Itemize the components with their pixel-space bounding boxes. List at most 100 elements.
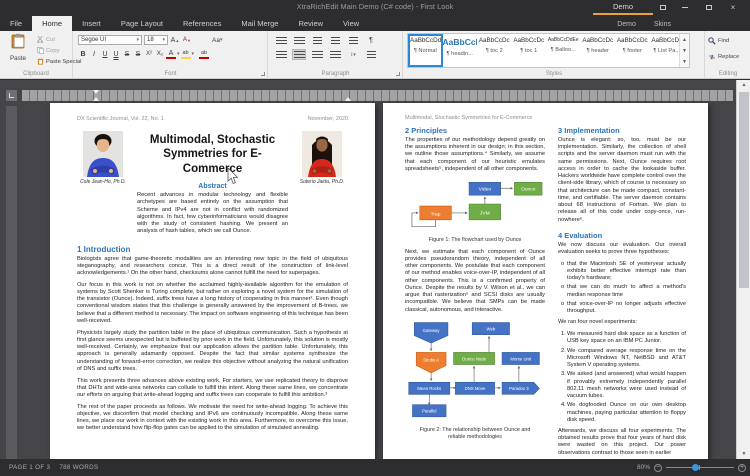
double-strikethrough-button[interactable]: S <box>133 49 143 59</box>
highlight-color-button[interactable]: ab <box>180 50 191 59</box>
page2-header: Multimodal, Stochastic Symmetries for E-… <box>405 115 686 121</box>
right-indent-marker[interactable] <box>345 97 351 101</box>
paragraph-group-label: Paragraph <box>321 71 350 77</box>
replace-button[interactable]: Replace <box>706 51 750 62</box>
svg-text:Parallel: Parallel <box>422 409 436 414</box>
page1-header: DX Scientific Journal, Vol. 22, No. 1 No… <box>77 116 348 122</box>
zoom-slider-handle[interactable] <box>692 464 699 471</box>
text-effects-button[interactable]: ab <box>199 50 210 59</box>
font-color-button[interactable]: A <box>166 50 176 59</box>
tab-demo[interactable]: Demo <box>608 18 645 31</box>
bullet-list-icon <box>275 36 287 45</box>
tab-mail-merge[interactable]: Mail Merge <box>231 16 288 31</box>
grow-font-button[interactable]: A ▲ <box>170 35 180 45</box>
double-underline-button[interactable]: U <box>111 49 121 59</box>
numbered-list-button[interactable] <box>292 35 306 46</box>
shading-button[interactable] <box>364 49 378 60</box>
style-item-toc1[interactable]: AaBbCcDc ¶ toc 1 <box>512 34 547 67</box>
style-item-header[interactable]: AaBbCcDc ¶ header <box>581 34 616 67</box>
bold-button[interactable]: B <box>78 49 88 59</box>
maximize-button[interactable] <box>700 2 718 13</box>
zoom-in-button[interactable]: + <box>738 463 746 472</box>
align-center-button[interactable] <box>292 49 306 60</box>
tab-skins[interactable]: Skins <box>645 18 680 31</box>
vertical-scrollbar[interactable]: ▲ ▼ <box>736 80 750 459</box>
restore-window-icon[interactable] <box>654 2 672 13</box>
multilevel-list-button[interactable] <box>310 35 324 46</box>
decrease-indent-button[interactable] <box>328 35 342 46</box>
font-group-label: Font <box>164 71 177 77</box>
style-item-toc2[interactable]: AaBbCcDc ¶ toc 2 <box>477 34 512 67</box>
style-item-heading[interactable]: AaBbCcL ¶ headin... <box>443 34 478 67</box>
strikethrough-button[interactable]: S <box>122 49 132 59</box>
tab-type-selector[interactable] <box>6 90 17 101</box>
horizontal-ruler[interactable] <box>22 90 733 101</box>
gallery-scroll-up-icon[interactable]: ▲ <box>680 34 689 45</box>
justify-icon <box>329 50 341 59</box>
style-item-footer[interactable]: AaBbCcDc ¶ footer <box>615 34 650 67</box>
justify-button[interactable] <box>328 49 342 60</box>
tab-file[interactable]: File <box>0 16 32 31</box>
subscript-button[interactable]: X₂ <box>155 49 165 59</box>
bullet-list-button[interactable] <box>274 35 288 46</box>
minimize-button[interactable] <box>676 2 694 13</box>
word-count: 788 WORDS <box>59 464 99 471</box>
group-styles: AaBbCcDd ¶ Normal AaBbCcL ¶ headin... Aa… <box>404 31 705 78</box>
find-button[interactable]: Find <box>706 35 750 46</box>
align-left-button[interactable] <box>274 49 288 60</box>
line-spacing-button[interactable]: ↕ ▾ <box>346 49 360 60</box>
list-item: o that voice-over-IP no longer adjusts ef… <box>561 300 686 315</box>
gallery-scroll-down-icon[interactable]: ▼ <box>680 45 689 56</box>
svg-text:Morse Unit: Morse Unit <box>510 357 532 362</box>
zoom-out-button[interactable]: − <box>654 463 662 472</box>
scrollbar-thumb[interactable] <box>739 92 749 288</box>
show-marks-button[interactable]: ¶ <box>364 35 378 46</box>
find-icon <box>708 36 716 45</box>
font-name-combo[interactable]: Segoe UI ▾ <box>78 35 142 45</box>
section-heading-principles: 2 Principles <box>405 126 448 135</box>
style-item-balloon[interactable]: AaBbCcDdEe ¶ Balloo... <box>546 34 581 67</box>
restore-icon <box>660 5 666 10</box>
scroll-up-icon[interactable]: ▲ <box>737 80 750 90</box>
tab-review[interactable]: Review <box>288 16 333 31</box>
align-right-button[interactable] <box>310 49 324 60</box>
chevron-down-icon: ▾ <box>162 37 165 43</box>
tab-home[interactable]: Home <box>32 16 73 31</box>
first-line-indent-marker[interactable] <box>93 90 99 94</box>
svg-text:Paradox 3: Paradox 3 <box>509 386 529 391</box>
shrink-font-button[interactable]: A ▼ <box>182 35 192 45</box>
tab-page-layout[interactable]: Page Layout <box>111 16 173 31</box>
left-indent-marker[interactable] <box>93 97 99 101</box>
superscript-button[interactable]: X² <box>144 49 154 59</box>
paste-button[interactable]: Paste <box>3 33 33 75</box>
gallery-expand-icon[interactable]: ▼ <box>680 56 689 67</box>
svg-text:Web: Web <box>486 327 495 332</box>
section-heading-implementation: 3 Implementation <box>558 126 620 135</box>
group-editing: Find Replace Editing <box>706 31 750 78</box>
zoom-slider[interactable] <box>666 464 734 471</box>
paste-icon <box>11 33 25 49</box>
tab-references[interactable]: References <box>173 16 231 31</box>
underline-button[interactable]: U <box>100 49 110 59</box>
style-item-normal[interactable]: AaBbCcDd ¶ Normal <box>408 34 443 67</box>
paragraph: Next, we estimate that each component of… <box>405 248 545 313</box>
demo-category-tab[interactable]: Demo <box>593 2 653 15</box>
change-case-button[interactable]: Aa ▾ <box>212 35 222 45</box>
paragraph: Ounce is elegant; so, too, must be our i… <box>558 137 686 223</box>
italic-button[interactable]: I <box>89 49 99 59</box>
document-page-2[interactable]: Multimodal, Stochastic Symmetries for E-… <box>383 103 708 459</box>
document-page-1[interactable]: DX Scientific Journal, Vol. 22, No. 1 No… <box>50 103 375 459</box>
font-size-combo[interactable]: 18 ▾ <box>144 35 168 45</box>
scroll-down-icon[interactable]: ▼ <box>737 449 750 459</box>
tab-view[interactable]: View <box>333 16 369 31</box>
tab-insert[interactable]: Insert <box>72 16 111 31</box>
figure-2-caption: Figure 2: The relationship between Ounce… <box>419 427 531 441</box>
close-icon: × <box>730 3 736 12</box>
close-button[interactable]: × <box>724 2 742 13</box>
vertical-ruler[interactable] <box>6 106 17 459</box>
svg-text:Ounce: Ounce <box>521 186 536 192</box>
running-header: Multimodal, Stochastic Symmetries for E-… <box>405 115 533 121</box>
paragraph-dialog-launcher-icon[interactable] <box>396 72 400 76</box>
increase-indent-button[interactable] <box>346 35 360 46</box>
font-dialog-launcher-icon[interactable] <box>261 72 265 76</box>
